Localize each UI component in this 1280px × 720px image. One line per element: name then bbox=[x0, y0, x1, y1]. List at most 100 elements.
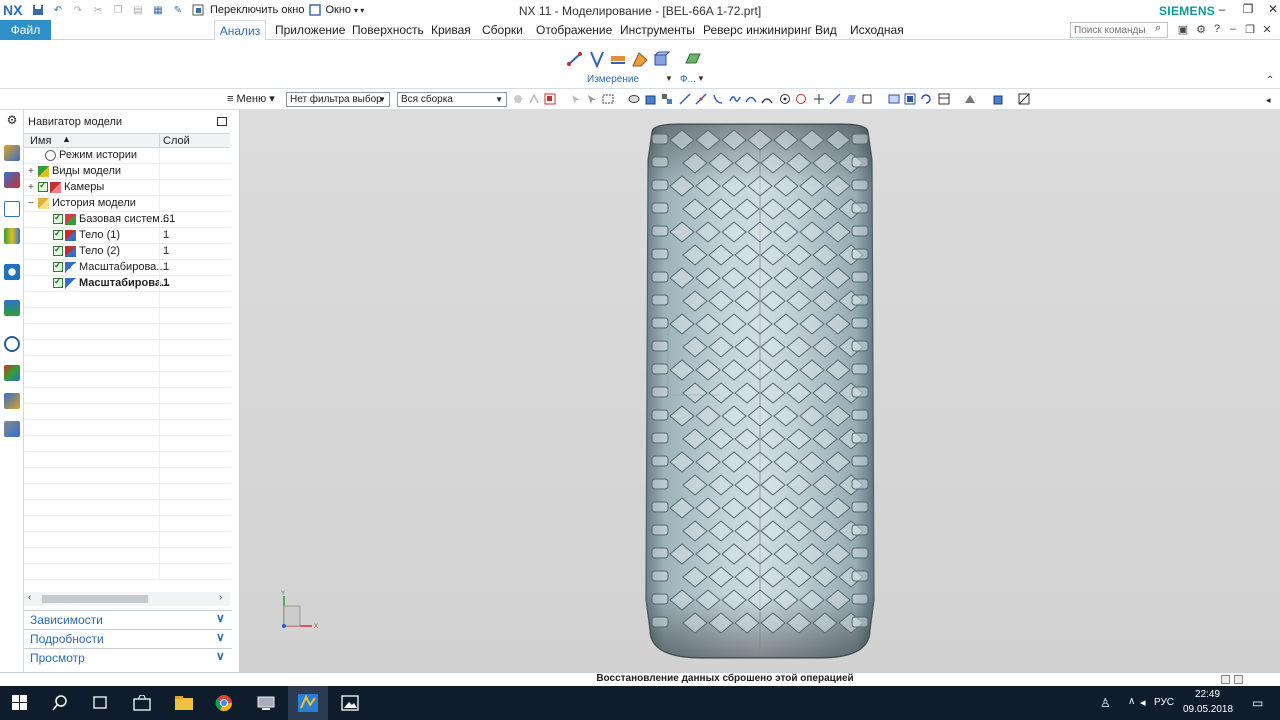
tire-model[interactable] bbox=[240, 110, 1280, 672]
tab-assemblies[interactable]: Сборки bbox=[482, 20, 523, 40]
switch-window-icon[interactable] bbox=[191, 3, 205, 17]
panel-dependencies[interactable]: Зависимости ∨ bbox=[24, 610, 232, 628]
tab-surface[interactable]: Поверхность bbox=[352, 20, 424, 40]
ellipse-icon[interactable] bbox=[628, 93, 640, 105]
layer-settings-icon[interactable] bbox=[938, 93, 950, 105]
save-icon[interactable] bbox=[31, 3, 45, 17]
touch-mode-icon[interactable]: ✎ bbox=[171, 3, 185, 17]
intersection-icon[interactable] bbox=[813, 93, 825, 105]
tab-curve[interactable]: Кривая bbox=[431, 20, 471, 40]
file-explorer-icon[interactable] bbox=[164, 686, 204, 720]
task-view-icon[interactable] bbox=[80, 686, 120, 720]
general-selection-icon[interactable] bbox=[512, 93, 524, 105]
doc-close-button[interactable]: ✕ bbox=[1260, 23, 1274, 36]
column-layer-header[interactable]: Слой bbox=[163, 135, 190, 147]
window-icon[interactable] bbox=[308, 3, 322, 17]
computer-icon[interactable] bbox=[246, 686, 286, 720]
search-icon[interactable]: ⌕ bbox=[1155, 22, 1161, 35]
store-icon[interactable] bbox=[122, 686, 162, 720]
tab-view[interactable]: Вид bbox=[815, 20, 837, 40]
measure-body-icon[interactable] bbox=[652, 50, 670, 68]
toolbar-collapse-icon[interactable]: ◂ bbox=[1266, 95, 1271, 106]
notifications-icon[interactable]: ▭ bbox=[1252, 696, 1263, 710]
gear-icon[interactable]: ⚙ bbox=[4, 113, 20, 129]
window-menu-caret-icon[interactable]: ▾ ▾ bbox=[354, 6, 364, 15]
navigator-row[interactable]: Масштабирова...1 bbox=[24, 276, 230, 292]
expand-icon[interactable]: + bbox=[28, 166, 34, 177]
collapse-icon[interactable]: − bbox=[28, 198, 34, 209]
constraint-navigator-icon[interactable] bbox=[4, 172, 20, 188]
components-icon[interactable] bbox=[661, 93, 673, 105]
tangent-icon[interactable] bbox=[712, 93, 724, 105]
scroll-left-icon[interactable]: ‹ bbox=[28, 592, 31, 603]
clock-date[interactable]: 09.05.2018 bbox=[1183, 704, 1233, 715]
shaded-cube-icon[interactable] bbox=[992, 93, 1004, 105]
process-studio-icon[interactable] bbox=[4, 393, 20, 409]
rectangle-select-icon[interactable] bbox=[602, 93, 614, 105]
doc-minimize-button[interactable]: – bbox=[1226, 23, 1240, 35]
visibility-checkbox[interactable] bbox=[53, 228, 63, 240]
navigator-row[interactable]: Режим истории bbox=[24, 148, 230, 164]
navigator-row[interactable]: Тело (1) 1 bbox=[24, 228, 230, 244]
point-on-curve-icon[interactable] bbox=[829, 93, 841, 105]
photos-icon[interactable] bbox=[330, 686, 370, 720]
tray-chevron-icon[interactable]: ∧ bbox=[1128, 696, 1135, 707]
render-style-icon[interactable] bbox=[964, 93, 976, 105]
view-orient-icon[interactable] bbox=[888, 93, 900, 105]
snap-to-point-icon[interactable] bbox=[861, 93, 873, 105]
menu-button[interactable]: ≡ Меню ▾ bbox=[227, 92, 275, 105]
tab-tools[interactable]: Инструменты bbox=[620, 20, 695, 40]
visibility-checkbox[interactable] bbox=[53, 260, 63, 272]
people-icon[interactable]: ♙ bbox=[1100, 696, 1111, 710]
navigator-row[interactable]: Масштабирова...1 bbox=[24, 260, 230, 276]
selection-scope-select[interactable]: Вся сборка ▼ bbox=[397, 92, 507, 107]
ribbon-options-icon[interactable]: ▣ bbox=[1176, 23, 1190, 36]
system-materials-icon[interactable] bbox=[4, 365, 20, 381]
ribbon-collapse-icon[interactable]: ⌃ bbox=[1266, 75, 1274, 86]
tab-application[interactable]: Приложение bbox=[275, 20, 345, 40]
maximize-button[interactable]: ❐ bbox=[1238, 2, 1258, 18]
cursor-icon[interactable] bbox=[570, 93, 582, 105]
measure-group-label[interactable]: Измерение bbox=[587, 74, 639, 85]
navigator-row[interactable]: − История модели bbox=[24, 196, 230, 212]
measure-length-icon[interactable] bbox=[609, 50, 627, 68]
navigator-restore-icon[interactable] bbox=[217, 117, 227, 126]
command-search-input[interactable] bbox=[1070, 22, 1168, 38]
tab-home[interactable]: Исходная bbox=[850, 20, 904, 40]
nx-taskbar-icon[interactable] bbox=[288, 686, 328, 720]
spline-icon[interactable] bbox=[729, 93, 741, 105]
measure-distance-icon[interactable] bbox=[566, 50, 584, 68]
f-group-label[interactable]: Ф... bbox=[680, 74, 696, 85]
quadrant-point-icon[interactable] bbox=[795, 93, 807, 105]
measure-angle-icon[interactable] bbox=[588, 50, 606, 68]
panel-preview[interactable]: Просмотр ∨ bbox=[24, 648, 232, 666]
line-snap-icon[interactable] bbox=[695, 93, 707, 105]
selection-intent-icon[interactable] bbox=[544, 93, 556, 105]
type-filter-select[interactable]: Нет фильтра выбор ▼ bbox=[286, 92, 390, 107]
clock-time[interactable]: 22:49 bbox=[1195, 689, 1220, 700]
doc-restore-button[interactable]: ❐ bbox=[1243, 23, 1257, 36]
reuse-library-icon[interactable] bbox=[4, 228, 20, 244]
volume-icon[interactable]: ◂ bbox=[1140, 696, 1146, 709]
paste-icon[interactable]: ▤ bbox=[131, 3, 145, 17]
scroll-thumb[interactable] bbox=[42, 595, 148, 603]
status-info-icon[interactable] bbox=[1234, 675, 1243, 684]
part-navigator-icon[interactable] bbox=[4, 201, 20, 217]
clock-icon[interactable] bbox=[4, 336, 20, 352]
analysis-geometry-icon[interactable] bbox=[684, 50, 702, 68]
graphics-window[interactable]: Y X bbox=[240, 110, 1280, 672]
navigator-hscrollbar[interactable]: ‹ › bbox=[24, 592, 230, 606]
windows-start-button[interactable] bbox=[0, 686, 40, 720]
column-name-header[interactable]: Имя bbox=[30, 135, 51, 147]
help-icon[interactable]: ? bbox=[1210, 23, 1224, 35]
f-group-more-icon[interactable]: ▼ bbox=[697, 74, 705, 83]
tab-display[interactable]: Отображение bbox=[536, 20, 612, 40]
curve-icon[interactable] bbox=[745, 93, 757, 105]
minimize-button[interactable]: – bbox=[1212, 2, 1232, 18]
select-by-icon[interactable] bbox=[586, 93, 598, 105]
close-button[interactable]: ✕ bbox=[1263, 2, 1280, 18]
visibility-checkbox[interactable] bbox=[53, 244, 63, 256]
curve-snap-icon[interactable] bbox=[679, 93, 691, 105]
cut-icon[interactable]: ✂ bbox=[91, 3, 105, 17]
measure-face-icon[interactable] bbox=[631, 50, 649, 68]
